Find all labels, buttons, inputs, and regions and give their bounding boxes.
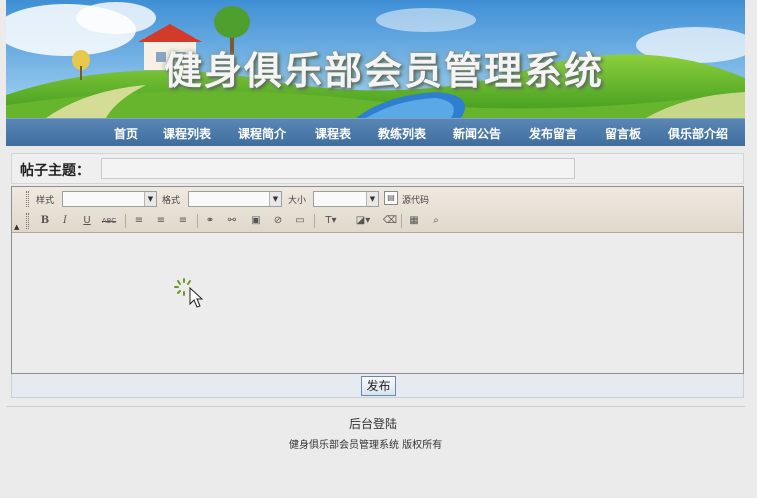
subject-label: 帖子主题： bbox=[20, 163, 90, 179]
insert-link-icon[interactable]: ⚭ bbox=[202, 213, 218, 229]
size-label: 大小 bbox=[288, 196, 307, 206]
size-select[interactable]: ▼ bbox=[313, 191, 379, 207]
busy-cursor-icon bbox=[174, 278, 204, 308]
text-color-icon[interactable]: T▾ bbox=[320, 213, 342, 229]
remove-link-icon[interactable]: ⚯ bbox=[224, 213, 240, 229]
footer-divider bbox=[6, 406, 745, 407]
eraser-icon[interactable]: ⌫ bbox=[382, 213, 398, 229]
nav-item-home[interactable]: 首页 bbox=[114, 125, 138, 142]
admin-login-link[interactable]: 后台登陆 bbox=[349, 415, 397, 432]
chevron-down-icon: ▼ bbox=[269, 192, 281, 206]
format-select[interactable]: ▼ bbox=[188, 191, 282, 207]
toolbar-grip-handle[interactable] bbox=[26, 213, 29, 229]
strikethrough-button[interactable]: ABC bbox=[101, 213, 117, 229]
chevron-down-icon: ▼ bbox=[144, 192, 156, 206]
collapse-toolbar-icon[interactable]: ▲ bbox=[14, 223, 19, 231]
nav-item-schedule[interactable]: 课程表 bbox=[315, 125, 351, 142]
nav-item-news[interactable]: 新闻公告 bbox=[453, 125, 501, 142]
insert-image-icon[interactable]: ▣ bbox=[248, 213, 264, 229]
background-color-icon[interactable]: ◪▾ bbox=[352, 213, 374, 229]
editor-toolbar: ▲ 样式 ▼ 格式 ▼ 大小 ▼ ▤ 源代码 B I U ABC ≡ ≡ ≡ ⚭… bbox=[12, 187, 743, 233]
page: 健身俱乐部会员管理系统 首页 课程列表 课程简介 课程表 教练列表 新闻公告 发… bbox=[0, 0, 757, 498]
chevron-down-icon: ▼ bbox=[366, 192, 378, 206]
align-left-icon[interactable]: ≡ bbox=[131, 213, 147, 229]
copyright-text: 健身俱乐部会员管理系统 版权所有 bbox=[289, 440, 443, 451]
source-code-icon[interactable]: ▤ bbox=[384, 191, 398, 205]
preview-icon[interactable]: ⌕ bbox=[428, 213, 444, 229]
bold-button[interactable]: B bbox=[37, 213, 53, 229]
nav-item-course-list[interactable]: 课程列表 bbox=[163, 125, 211, 142]
subject-input[interactable] bbox=[101, 158, 575, 179]
insert-flash-icon[interactable]: ⊘ bbox=[270, 213, 286, 229]
style-label: 样式 bbox=[36, 196, 55, 206]
nav-item-post-message[interactable]: 发布留言 bbox=[529, 125, 577, 142]
format-label: 格式 bbox=[162, 196, 181, 206]
main-nav: 首页 课程列表 课程简介 课程表 教练列表 新闻公告 发布留言 留言板 俱乐部介… bbox=[6, 118, 745, 146]
submit-bar: 发布 bbox=[11, 374, 744, 398]
align-center-icon[interactable]: ≡ bbox=[153, 213, 169, 229]
editor-content-area[interactable] bbox=[12, 234, 743, 373]
subject-row: 帖子主题： bbox=[11, 153, 744, 184]
style-select[interactable]: ▼ bbox=[62, 191, 157, 207]
header-banner: 健身俱乐部会员管理系统 bbox=[6, 0, 745, 118]
nav-item-message-board[interactable]: 留言板 bbox=[605, 125, 641, 142]
insert-media-icon[interactable]: ▭ bbox=[292, 213, 308, 229]
source-code-label[interactable]: 源代码 bbox=[402, 193, 429, 206]
align-right-icon[interactable]: ≡ bbox=[175, 213, 191, 229]
insert-table-icon[interactable]: ▦ bbox=[406, 213, 422, 229]
toolbar-grip-handle[interactable] bbox=[26, 191, 29, 207]
nav-item-club-intro[interactable]: 俱乐部介绍 bbox=[668, 125, 728, 142]
banner-title: 健身俱乐部会员管理系统 bbox=[164, 49, 605, 93]
underline-button[interactable]: U bbox=[79, 213, 95, 229]
publish-button[interactable]: 发布 bbox=[361, 376, 396, 396]
nav-item-course-intro[interactable]: 课程简介 bbox=[238, 125, 286, 142]
italic-button[interactable]: I bbox=[57, 213, 73, 229]
rich-text-editor: ▲ 样式 ▼ 格式 ▼ 大小 ▼ ▤ 源代码 B I U ABC ≡ ≡ ≡ ⚭… bbox=[11, 186, 744, 374]
nav-item-coach-list[interactable]: 教练列表 bbox=[378, 125, 426, 142]
